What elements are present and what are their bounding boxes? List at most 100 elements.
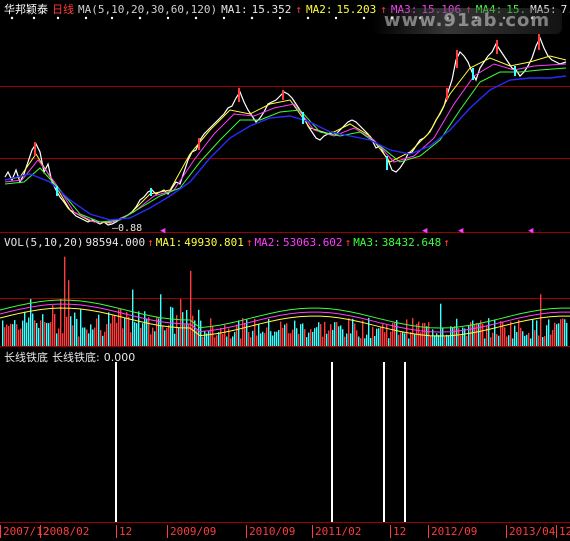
- volume-bar: [508, 335, 510, 346]
- volume-bar: [514, 325, 516, 346]
- volume-bar: [214, 337, 216, 346]
- volume-bar: [136, 323, 138, 346]
- volume-bar: [498, 335, 500, 346]
- volume-bar: [236, 324, 238, 346]
- volume-bar: [524, 335, 526, 346]
- volume-bar: [258, 323, 260, 346]
- volume-bar: [510, 321, 512, 346]
- volume-bar: [142, 323, 144, 346]
- volume-bar: [540, 294, 542, 346]
- volume-bar: [516, 332, 518, 346]
- volume-bar: [178, 327, 180, 346]
- volume-bar: [160, 294, 162, 346]
- volume-bar: [426, 326, 428, 346]
- volume-bar: [302, 323, 304, 346]
- volume-bar: [328, 330, 330, 346]
- date-tick: 12: [390, 525, 406, 538]
- volume-bar: [242, 317, 244, 346]
- volume-bar: [266, 327, 268, 346]
- volume-ma-line: [0, 299, 570, 329]
- volume-bar: [158, 318, 160, 346]
- volume-bar: [454, 326, 456, 346]
- volume-bar: [310, 329, 312, 346]
- volume-bar: [58, 328, 60, 346]
- volume-bar: [182, 312, 184, 346]
- volume-bar: [522, 331, 524, 346]
- volume-bar: [334, 322, 336, 346]
- volume-bar: [548, 319, 550, 346]
- volume-bar: [88, 333, 90, 346]
- volume-bar: [130, 332, 132, 346]
- volume-bar: [490, 337, 492, 346]
- volume-bar: [250, 337, 252, 346]
- volume-bar: [296, 328, 298, 346]
- volume-bar: [468, 324, 470, 346]
- volume-bar: [118, 309, 120, 346]
- volume-bar: [484, 338, 486, 346]
- volume-bar: [134, 322, 136, 346]
- volume-bar: [500, 321, 502, 346]
- volume-bar: [560, 319, 562, 346]
- price-chart[interactable]: [0, 22, 570, 232]
- volume-bar: [26, 322, 28, 346]
- volume-bar: [78, 336, 80, 346]
- volume-bar: [336, 322, 338, 346]
- volume-bar: [148, 317, 150, 346]
- volume-bar: [268, 318, 270, 346]
- volume-bar: [556, 324, 558, 346]
- volume-bar: [2, 320, 4, 346]
- volume-bar: [112, 315, 114, 346]
- volume-bar: [180, 299, 182, 346]
- volume-bar: [402, 331, 404, 346]
- volume-bar: [36, 323, 38, 346]
- date-axis: 2007/12 2008/02 12 2009/09 2010/09 2011/…: [0, 522, 570, 541]
- volume-bar: [56, 333, 58, 346]
- volume-bar: [332, 329, 334, 346]
- volume-bar: [404, 333, 406, 346]
- volume-bar: [82, 327, 84, 346]
- volume-bar: [164, 330, 166, 346]
- volume-bar: [6, 324, 8, 346]
- volume-bar: [106, 324, 108, 346]
- volume-bar: [264, 333, 266, 346]
- volume-bar: [234, 332, 236, 346]
- volume-bar: [222, 334, 224, 346]
- volume-bar: [452, 327, 454, 346]
- volume-bar: [352, 318, 354, 346]
- volume-bar: [218, 332, 220, 346]
- volume-bar: [504, 327, 506, 346]
- volume-bar: [438, 335, 440, 346]
- volume-bar: [170, 306, 172, 346]
- volume-bar: [324, 321, 326, 346]
- volume-bar: [390, 331, 392, 346]
- indicator-chart[interactable]: [0, 362, 570, 522]
- volume-bar: [262, 331, 264, 346]
- volume-bar: [34, 320, 36, 346]
- volume-bar: [538, 335, 540, 346]
- volume-bar: [428, 322, 430, 346]
- volume-chart[interactable]: [0, 248, 570, 348]
- volume-bar: [348, 318, 350, 346]
- volume-bar: [464, 328, 466, 346]
- low-marker-value: 0.88: [118, 223, 143, 234]
- date-tick: 12: [556, 525, 570, 538]
- volume-bar: [202, 336, 204, 346]
- volume-bar: [48, 323, 50, 346]
- volume-bar: [114, 315, 116, 346]
- volume-bar: [24, 311, 26, 346]
- volume-bar: [346, 333, 348, 346]
- volume-bar: [298, 333, 300, 346]
- volume-bar: [370, 337, 372, 346]
- volume-bar: [496, 334, 498, 346]
- volume-bar: [62, 333, 64, 346]
- volume-bar: [436, 333, 438, 346]
- volume-bar: [430, 336, 432, 346]
- volume-bar: [18, 329, 20, 346]
- volume-bar: [220, 327, 222, 346]
- volume-bar: [286, 323, 288, 346]
- volume-bar: [418, 321, 420, 346]
- volume-bar: [212, 325, 214, 346]
- volume-bar: [86, 329, 88, 346]
- volume-bar: [480, 320, 482, 346]
- volume-bar: [272, 335, 274, 346]
